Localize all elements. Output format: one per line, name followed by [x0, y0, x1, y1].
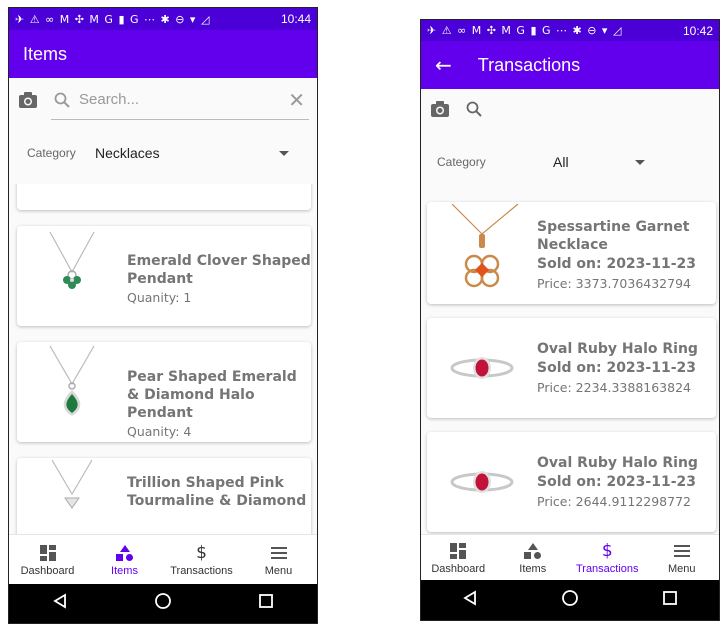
recents-square-icon[interactable]	[662, 590, 678, 611]
list-item[interactable]: Pear Shaped Emerald & Diamond Halo Penda…	[17, 342, 311, 442]
nav-label: Menu	[667, 562, 696, 575]
category-label: Category	[27, 146, 76, 160]
search-placeholder: Search...	[79, 91, 140, 108]
item-name: Pear Shaped Emerald & Diamond Halo Penda…	[127, 369, 297, 421]
close-icon[interactable]: ✕	[288, 88, 305, 112]
category-dropdown[interactable]: Necklaces	[95, 145, 289, 161]
category-value: Necklaces	[95, 145, 160, 161]
menu-icon	[673, 541, 690, 561]
transactions-screen: ✈ ⚠ ∞ M ✣ M G ▮ G ⋯ ✱ ⊖ ▾ ◿ ▮ 10:42 ← Tr…	[420, 19, 720, 621]
nav-dashboard[interactable]: Dashboard	[421, 535, 496, 580]
item-image	[427, 202, 537, 304]
transaction-date: Sold on: 2023-11-23	[537, 256, 697, 272]
nav-items[interactable]: Items	[496, 535, 571, 580]
item-list[interactable]: Emerald Clover Shaped Pendant Quanity: 1…	[9, 184, 317, 534]
category-label: Category	[437, 155, 486, 169]
nav-label: Items	[111, 564, 138, 577]
search-icon	[51, 89, 73, 111]
nav-label: Dashboard	[20, 564, 75, 577]
transaction-name: Oval Ruby Halo Ring	[537, 341, 698, 357]
nav-label: Items	[519, 562, 547, 575]
category-filter: Category All	[421, 150, 719, 174]
dollar-icon: $	[601, 540, 613, 561]
list-item[interactable]: Oval Ruby Halo Ring Sold on: 2023-11-23 …	[427, 318, 716, 418]
nav-transactions[interactable]: $ Transactions	[163, 535, 240, 584]
back-triangle-icon[interactable]	[462, 589, 478, 611]
app-bar: Items	[9, 30, 317, 78]
search-toolbar	[421, 96, 719, 122]
item-image	[427, 318, 537, 418]
bottom-nav: Dashboard Items $ Transactions Menu	[9, 534, 317, 584]
bottom-nav: Dashboard Items $ Transactions Menu	[421, 534, 719, 580]
nav-items[interactable]: Items	[86, 535, 163, 584]
category-value: All	[553, 154, 569, 170]
nav-label: Transactions	[575, 562, 639, 575]
transaction-list[interactable]: Spessartine Garnet Necklace Sold on: 202…	[421, 196, 719, 534]
app-bar: ← Transactions	[421, 41, 719, 89]
item-image	[17, 458, 127, 534]
back-arrow-icon[interactable]: ←	[435, 53, 452, 77]
transaction-date: Sold on: 2023-11-23	[537, 360, 697, 376]
item-quantity: Quanity: 4	[127, 424, 192, 439]
page-title: Transactions	[477, 54, 581, 75]
status-icons: ✈ ⚠ ∞ M ✣ M G ▮ G ⋯ ✱ ⊖ ▾ ◿ ▮	[15, 12, 215, 26]
item-name: Emerald Clover Shaped Pendant	[127, 253, 311, 287]
list-item[interactable]: Trillion Shaped Pink Tourmaline & Diamon…	[17, 458, 311, 534]
chevron-down-icon	[635, 159, 645, 165]
transaction-price: Price: 2644.9112298772	[537, 494, 691, 509]
status-bar: ✈ ⚠ ∞ M ✣ M G ▮ G ⋯ ✱ ⊖ ▾ ◿ ▮ 10:42	[421, 20, 719, 41]
transaction-name: Oval Ruby Halo Ring	[537, 455, 698, 471]
menu-icon	[270, 543, 287, 563]
status-time: 10:44	[280, 12, 311, 26]
shapes-icon	[115, 543, 134, 563]
status-icons: ✈ ⚠ ∞ M ✣ M G ▮ G ⋯ ✱ ⊖ ▾ ◿ ▮	[427, 24, 627, 37]
camera-icon[interactable]	[429, 98, 451, 120]
home-circle-icon[interactable]	[561, 589, 579, 612]
transaction-price: Price: 2234.3388163824	[537, 380, 691, 395]
status-bar: ✈ ⚠ ∞ M ✣ M G ▮ G ⋯ ✱ ⊖ ▾ ◿ ▮ 10:44	[9, 8, 317, 30]
home-circle-icon[interactable]	[154, 592, 172, 615]
nav-label: Transactions	[170, 564, 233, 577]
camera-icon[interactable]	[17, 89, 39, 111]
search-input[interactable]: Search... ✕	[51, 80, 309, 120]
item-name: Trillion Shaped Pink Tourmaline & Diamon…	[127, 475, 307, 509]
list-item[interactable]: Emerald Clover Shaped Pendant Quanity: 1	[17, 226, 311, 326]
recents-square-icon[interactable]	[258, 593, 274, 614]
system-nav-bar	[421, 580, 719, 620]
page-title: Items	[23, 43, 68, 64]
item-image	[17, 342, 127, 442]
status-time: 10:42	[682, 23, 713, 38]
dollar-icon: $	[196, 542, 207, 563]
item-quantity: Quanity: 1	[127, 290, 192, 305]
nav-transactions[interactable]: $ Transactions	[570, 535, 645, 580]
item-image	[17, 226, 127, 326]
transaction-price: Price: 3373.7036432794	[537, 276, 691, 291]
back-triangle-icon[interactable]	[52, 593, 68, 614]
search-icon[interactable]	[463, 98, 485, 120]
system-nav-bar	[9, 584, 317, 623]
transaction-name: Spessartine Garnet Necklace	[537, 219, 690, 253]
nav-menu[interactable]: Menu	[240, 535, 317, 584]
nav-label: Dashboard	[431, 562, 486, 575]
chevron-down-icon	[279, 150, 289, 156]
search-toolbar: Search... ✕	[9, 80, 317, 120]
list-item[interactable]: Spessartine Garnet Necklace Sold on: 202…	[427, 202, 716, 304]
nav-label: Menu	[264, 564, 293, 577]
shapes-icon	[523, 541, 542, 561]
dashboard-icon	[450, 541, 467, 561]
nav-dashboard[interactable]: Dashboard	[9, 535, 86, 584]
list-item[interactable]	[17, 184, 311, 210]
nav-menu[interactable]: Menu	[645, 535, 720, 580]
transaction-date: Sold on: 2023-11-23	[537, 474, 697, 490]
item-image	[427, 432, 537, 532]
items-screen: ✈ ⚠ ∞ M ✣ M G ▮ G ⋯ ✱ ⊖ ▾ ◿ ▮ 10:44 Item…	[8, 7, 318, 624]
category-dropdown[interactable]: All	[553, 154, 645, 170]
list-item[interactable]: Oval Ruby Halo Ring Sold on: 2023-11-23 …	[427, 432, 716, 532]
dashboard-icon	[39, 543, 56, 563]
category-filter: Category Necklaces	[9, 140, 317, 166]
